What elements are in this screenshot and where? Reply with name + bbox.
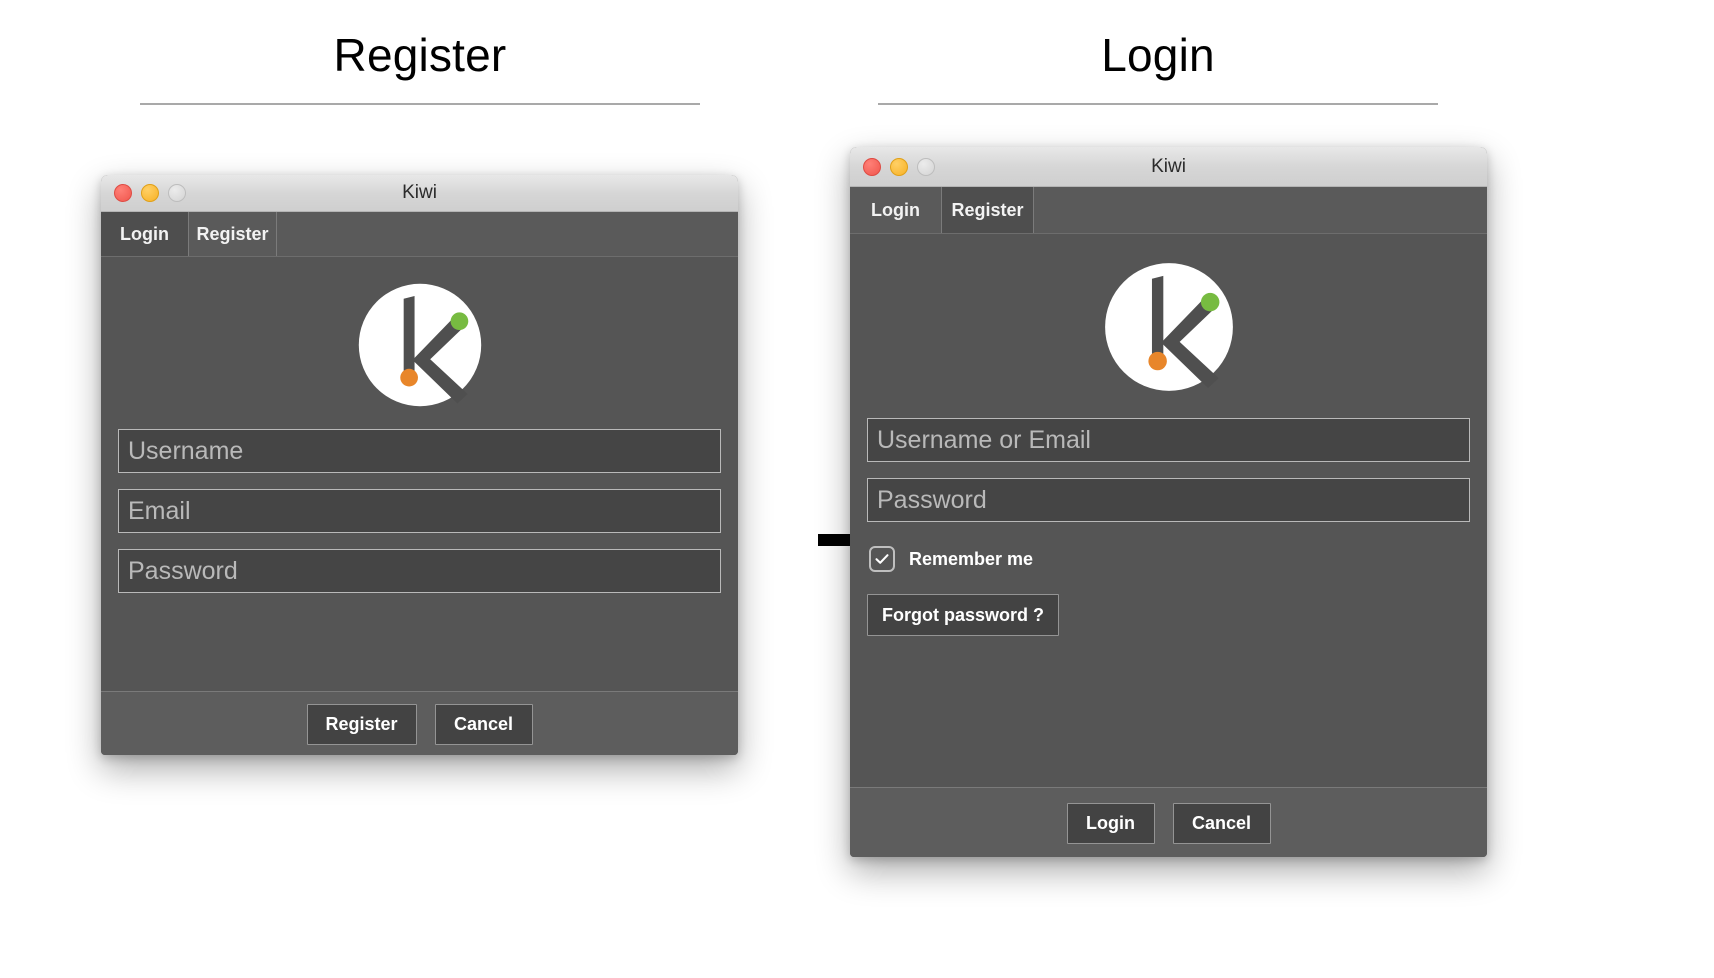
username-or-email-placeholder: Username or Email: [877, 425, 1091, 454]
login-window-footer: Login Cancel: [850, 787, 1487, 857]
register-window: Kiwi Login Register Username Email Passw…: [101, 175, 738, 755]
zoom-window-icon[interactable]: [917, 157, 935, 176]
tabstrip-filler: [1034, 187, 1487, 233]
register-button-label: Register: [325, 714, 398, 734]
username-or-email-input[interactable]: Username or Email: [867, 418, 1470, 462]
remember-me-checkbox[interactable]: [869, 546, 895, 572]
tab-login-label: Login: [120, 223, 169, 244]
tab-register[interactable]: Register: [942, 187, 1034, 233]
forgot-password-label: Forgot password ?: [882, 604, 1044, 625]
close-window-icon[interactable]: [114, 184, 132, 202]
login-section: Login: [878, 30, 1438, 105]
zoom-window-icon[interactable]: [168, 184, 186, 202]
close-window-icon[interactable]: [863, 157, 881, 176]
register-fields: Username Email Password: [101, 429, 738, 593]
cancel-button[interactable]: Cancel: [434, 704, 533, 745]
cancel-button[interactable]: Cancel: [1172, 803, 1271, 844]
register-window-tabstrip: Login Register: [101, 212, 738, 257]
login-window: Kiwi Login Register Username or Email Pa…: [850, 147, 1487, 857]
remember-me-row[interactable]: Remember me: [850, 522, 1487, 572]
minimize-window-icon[interactable]: [141, 184, 159, 202]
register-window-title: Kiwi: [402, 182, 437, 203]
register-window-footer: Register Cancel: [101, 691, 738, 755]
password-input[interactable]: Password: [867, 478, 1470, 522]
login-section-title: Login: [1101, 29, 1215, 81]
login-window-tabstrip: Login Register: [850, 187, 1487, 234]
login-fields: Username or Email Password: [850, 418, 1487, 522]
login-section-rule: [878, 102, 1438, 105]
password-input-placeholder: Password: [128, 556, 238, 585]
tabstrip-filler: [277, 212, 738, 256]
forgot-password-button[interactable]: Forgot password ?: [867, 594, 1059, 636]
kiwi-logo: [358, 283, 481, 407]
email-input[interactable]: Email: [118, 489, 721, 533]
forgot-password-area: Forgot password ?: [850, 572, 1487, 636]
register-logo-area: [101, 257, 738, 429]
tab-login-label: Login: [871, 199, 920, 220]
register-section-rule: [140, 102, 700, 105]
login-logo-area: [850, 234, 1487, 418]
register-section-title: Register: [333, 29, 507, 81]
login-window-body: Username or Email Password Remember me F…: [850, 234, 1487, 787]
remember-me-label: Remember me: [909, 548, 1034, 569]
password-input-placeholder: Password: [877, 485, 987, 514]
tab-login[interactable]: Login: [101, 212, 189, 256]
username-input[interactable]: Username: [118, 429, 721, 473]
checkmark-icon: [875, 554, 889, 564]
register-traffic-lights: [114, 184, 186, 202]
tab-login[interactable]: Login: [850, 187, 942, 233]
login-button[interactable]: Login: [1066, 803, 1155, 844]
register-button[interactable]: Register: [306, 704, 417, 745]
password-input[interactable]: Password: [118, 549, 721, 593]
minimize-window-icon[interactable]: [890, 157, 908, 176]
register-window-body: Username Email Password: [101, 257, 738, 691]
email-input-placeholder: Email: [128, 496, 191, 525]
cancel-button-label: Cancel: [453, 714, 514, 734]
kiwi-logo: [1104, 263, 1233, 391]
register-section: Register: [140, 30, 700, 105]
tab-register-label: Register: [951, 199, 1024, 220]
cancel-button-label: Cancel: [1191, 813, 1252, 833]
login-button-label: Login: [1086, 813, 1135, 833]
register-window-titlebar[interactable]: Kiwi: [101, 175, 738, 212]
login-traffic-lights: [863, 157, 935, 176]
tab-register-label: Register: [196, 223, 269, 244]
tab-register[interactable]: Register: [189, 212, 277, 256]
login-window-titlebar[interactable]: Kiwi: [850, 147, 1487, 187]
username-input-placeholder: Username: [128, 436, 244, 465]
login-window-title: Kiwi: [1151, 155, 1186, 177]
